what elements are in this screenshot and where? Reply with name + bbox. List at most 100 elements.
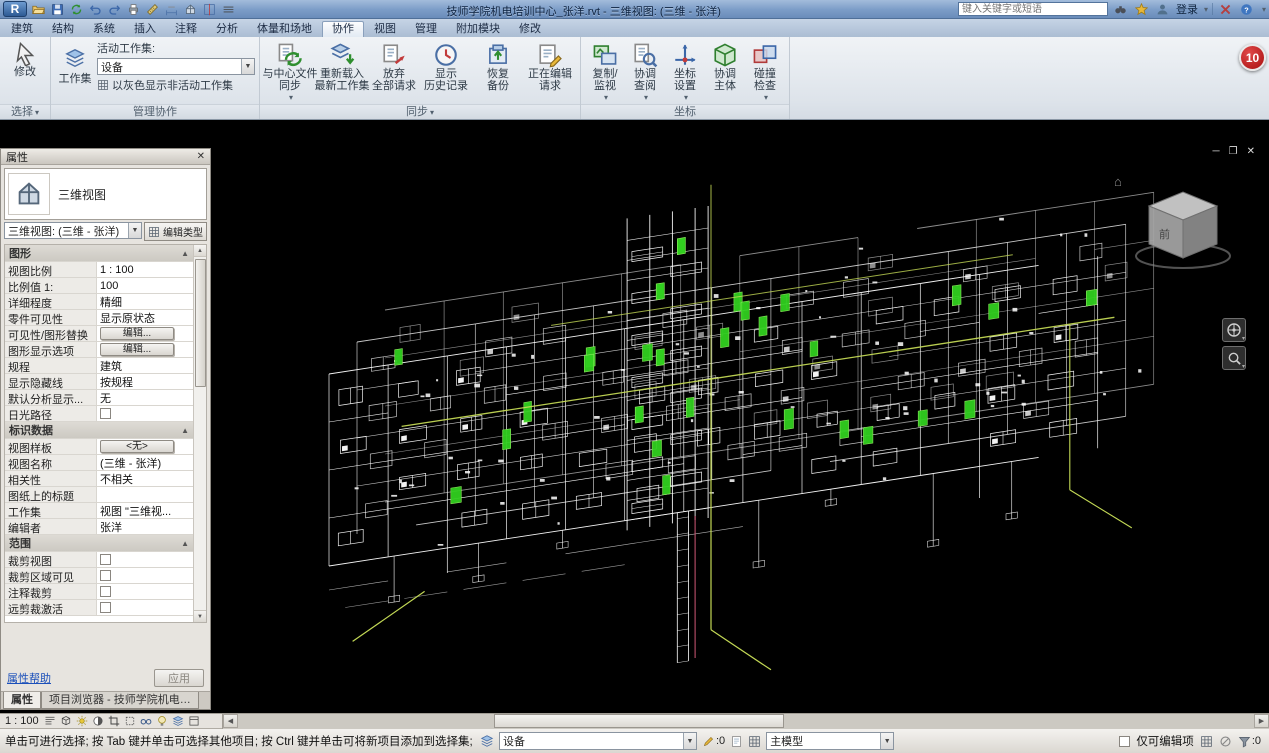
sync-with-central-button[interactable]: 与中心文件同步▾ bbox=[264, 39, 316, 105]
open-button[interactable] bbox=[29, 1, 47, 17]
link-status-button[interactable] bbox=[730, 735, 743, 748]
sync-button[interactable] bbox=[67, 1, 85, 17]
steering-wheel-button[interactable]: ▾ bbox=[1222, 318, 1246, 342]
save-button[interactable] bbox=[48, 1, 66, 17]
thin-lines-button[interactable] bbox=[219, 1, 237, 17]
ribbon-tab-结构[interactable]: 结构 bbox=[43, 21, 83, 37]
type-selector-combo[interactable]: 三维视图: (三维 - 张洋) ▼ bbox=[4, 222, 142, 239]
palette-tab-properties[interactable]: 属性 bbox=[3, 692, 41, 709]
horizontal-scrollbar[interactable]: ◀ ▶ bbox=[222, 714, 1269, 729]
close-icon[interactable]: ✕ bbox=[197, 151, 205, 162]
copy-monitor-button[interactable]: 复制/监视▾ bbox=[585, 39, 625, 105]
ribbon-tab-协作[interactable]: 协作 bbox=[322, 21, 364, 37]
property-edit-button[interactable]: 编辑... bbox=[100, 327, 174, 340]
filter-indicator[interactable]: :0 bbox=[1238, 735, 1261, 748]
search-input[interactable] bbox=[958, 2, 1108, 16]
close-view-button[interactable]: ✕ bbox=[1247, 146, 1255, 157]
property-value[interactable]: 按规程 bbox=[97, 374, 193, 389]
coordination-review-button[interactable]: 协调查阅▾ bbox=[625, 39, 665, 105]
ribbon-tab-体量和场地[interactable]: 体量和场地 bbox=[248, 21, 321, 37]
panel-label-select[interactable]: 选择▾ bbox=[0, 104, 50, 119]
shadows-button[interactable] bbox=[91, 715, 105, 728]
sun-path-button[interactable] bbox=[75, 715, 89, 728]
properties-help-link[interactable]: 属性帮助 bbox=[7, 670, 51, 686]
panel-label-manage-collaboration[interactable]: 管理协作 bbox=[51, 104, 259, 119]
exchange-apps-button[interactable] bbox=[1217, 1, 1235, 17]
property-value[interactable] bbox=[97, 568, 193, 583]
ribbon-tab-管理[interactable]: 管理 bbox=[406, 21, 446, 37]
properties-header[interactable]: 属性 ✕ bbox=[1, 149, 210, 165]
application-menu-button[interactable]: R bbox=[3, 1, 27, 17]
undo-button[interactable] bbox=[86, 1, 104, 17]
modify-button[interactable]: 修改 bbox=[4, 39, 46, 79]
interference-check-button[interactable]: 碰撞检查▾ bbox=[745, 39, 785, 105]
model-status-button[interactable] bbox=[748, 735, 761, 748]
property-checkbox[interactable] bbox=[100, 554, 111, 565]
scroll-left-icon[interactable]: ◀ bbox=[223, 714, 238, 728]
property-group-图形[interactable]: 图形▲ bbox=[5, 245, 193, 262]
star-button[interactable] bbox=[1133, 1, 1151, 17]
measure-button[interactable] bbox=[143, 1, 161, 17]
properties-scrollbar[interactable]: ▲ ▼ bbox=[193, 245, 206, 622]
active-workset-select[interactable]: 设备 ▼ bbox=[97, 58, 255, 75]
property-group-标识数据[interactable]: 标识数据▲ bbox=[5, 422, 193, 439]
viewcube[interactable]: ⌂前 bbox=[1114, 174, 1230, 268]
collapse-arrow-icon[interactable]: ▲ bbox=[181, 426, 189, 435]
visual-style-button[interactable] bbox=[59, 715, 73, 728]
coordinates-button[interactable]: 坐标设置▾ bbox=[665, 39, 705, 105]
property-value[interactable] bbox=[97, 584, 193, 599]
edit-type-button[interactable]: 编辑类型 bbox=[144, 222, 207, 241]
worksharing-display-button[interactable] bbox=[171, 715, 185, 728]
ribbon-tab-修改[interactable]: 修改 bbox=[510, 21, 550, 37]
property-group-范围[interactable]: 范围▲ bbox=[5, 535, 193, 552]
property-checkbox[interactable] bbox=[100, 602, 111, 613]
editable-only-checkbox[interactable] bbox=[1119, 736, 1130, 747]
reload-latest-button[interactable]: 重新载入最新工作集 bbox=[316, 39, 368, 105]
restore-view-button[interactable]: ❐ bbox=[1229, 146, 1238, 157]
editing-requests-indicator[interactable]: :0 bbox=[702, 735, 725, 748]
default-3d-button[interactable] bbox=[181, 1, 199, 17]
view-scale-button[interactable]: 1 : 100 bbox=[5, 715, 39, 727]
ribbon-tab-附加模块[interactable]: 附加模块 bbox=[447, 21, 509, 37]
type-selector-preview[interactable]: 三维视图 bbox=[4, 168, 207, 220]
property-value[interactable]: 100 bbox=[97, 278, 193, 293]
scrollbar-thumb[interactable] bbox=[494, 714, 784, 728]
property-value[interactable]: 精细 bbox=[97, 294, 193, 309]
minimize-view-button[interactable]: ─ bbox=[1213, 146, 1220, 157]
apply-button[interactable]: 应用 bbox=[154, 669, 204, 687]
show-history-button[interactable]: 显示历史记录 bbox=[420, 39, 472, 105]
ribbon-tab-视图[interactable]: 视图 bbox=[365, 21, 405, 37]
3d-wireframe-view[interactable]: ⌂前 bbox=[211, 120, 1269, 713]
reveal-hidden-button[interactable] bbox=[155, 715, 169, 728]
property-value[interactable]: 视图 "三维视... bbox=[97, 503, 193, 518]
panel-label-synchronize[interactable]: 同步▾ bbox=[260, 104, 580, 119]
ribbon-tab-系统[interactable]: 系统 bbox=[84, 21, 124, 37]
ribbon-tab-注释[interactable]: 注释 bbox=[166, 21, 206, 37]
drawing-area[interactable]: ⌂前 ─ ❐ ✕ ▾ ▾ 属性 ✕ 三维视图 三维视图: (三维 - 张洋) ▼… bbox=[0, 120, 1269, 713]
collapse-arrow-icon[interactable]: ▲ bbox=[181, 249, 189, 258]
restore-backup-button[interactable]: 恢复备份 bbox=[472, 39, 524, 105]
property-value[interactable]: (三维 - 张洋) bbox=[97, 455, 193, 470]
worksets-button[interactable]: 工作集 bbox=[55, 39, 95, 86]
status-workset-select[interactable]: 设备 ▼ bbox=[499, 732, 697, 750]
temporary-view-button[interactable] bbox=[187, 715, 201, 728]
property-value[interactable]: <无> bbox=[97, 439, 193, 454]
property-value[interactable] bbox=[97, 552, 193, 567]
design-option-select[interactable]: 主模型 ▼ bbox=[766, 732, 894, 750]
detail-level-button[interactable] bbox=[43, 715, 57, 728]
temporary-hide-button[interactable] bbox=[139, 715, 153, 728]
redo-button[interactable] bbox=[105, 1, 123, 17]
property-value[interactable] bbox=[97, 600, 193, 615]
collapse-arrow-icon[interactable]: ▲ bbox=[181, 539, 189, 548]
property-value[interactable]: 显示原状态 bbox=[97, 310, 193, 325]
help-button[interactable]: ? bbox=[1238, 1, 1256, 17]
exclude-options-button[interactable] bbox=[1219, 735, 1232, 748]
gray-inactive-worksets-toggle[interactable]: 以灰色显示非活动工作集 bbox=[97, 77, 255, 93]
ribbon-tab-插入[interactable]: 插入 bbox=[125, 21, 165, 37]
ribbon-tab-分析[interactable]: 分析 bbox=[207, 21, 247, 37]
property-value[interactable]: 无 bbox=[97, 390, 193, 405]
crop-view-button[interactable] bbox=[107, 715, 121, 728]
ribbon-tab-建筑[interactable]: 建筑 bbox=[2, 21, 42, 37]
scroll-right-icon[interactable]: ▶ bbox=[1254, 714, 1269, 728]
panel-label-coordinate[interactable]: 坐标 bbox=[581, 104, 789, 119]
